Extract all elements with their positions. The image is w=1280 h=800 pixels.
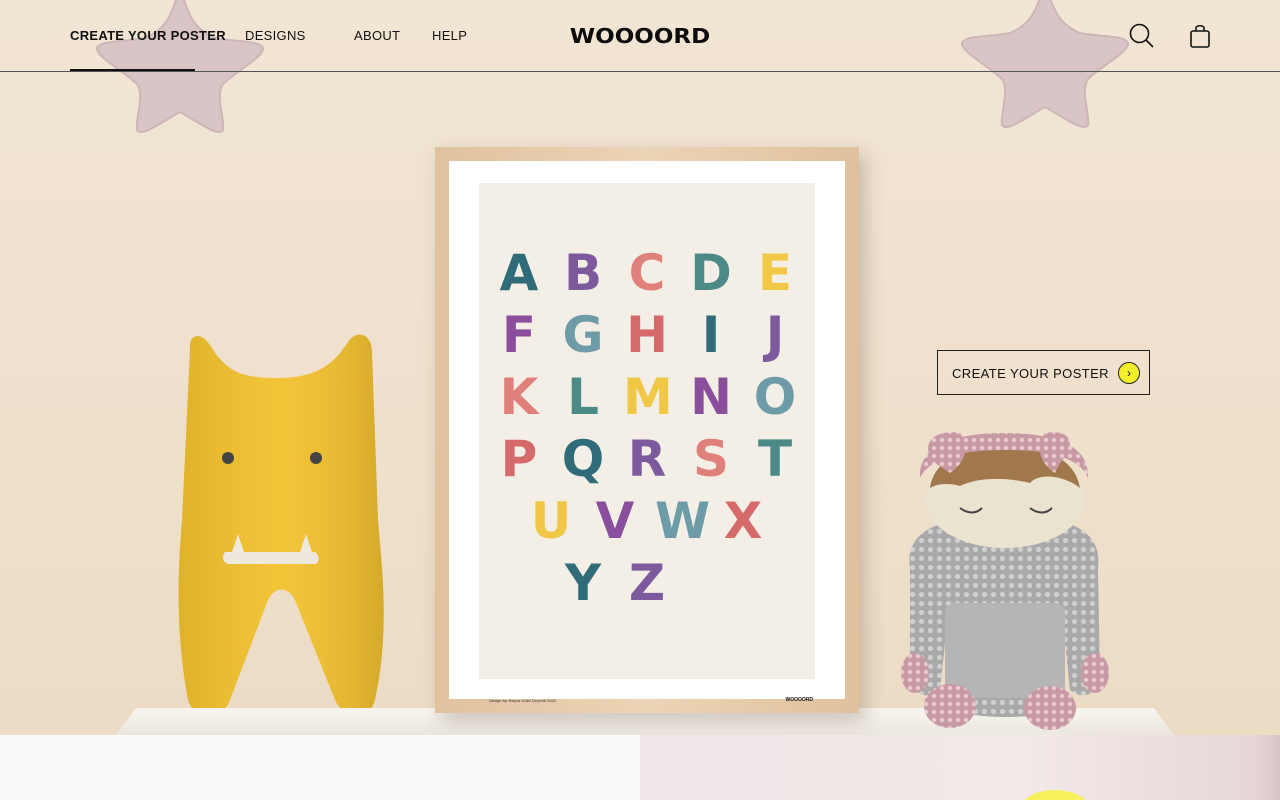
poster-letter-l: L	[567, 368, 599, 426]
site-header: CREATE YOUR POSTER DESIGNS ABOUT HELP WO…	[0, 0, 1280, 72]
plush-doll-toy	[901, 432, 1109, 730]
poster-letter-e: E	[757, 244, 793, 302]
poster-letter-b: B	[563, 244, 603, 302]
poster-letter-r: R	[627, 430, 667, 488]
poster-letter-v: V	[595, 492, 635, 550]
poster-letter-w: W	[655, 492, 711, 550]
poster-letter-z: Z	[628, 554, 666, 612]
poster-year: 2022	[547, 698, 556, 703]
poster-mat: ABCDE FGHIJ KLMNO PQRST UVWX YZ Design by: Be…	[449, 161, 845, 703]
section-right-panel	[640, 735, 1280, 800]
poster-letter-x: X	[723, 492, 763, 550]
poster-letter-m: M	[623, 368, 673, 426]
poster-letter-u: U	[530, 492, 572, 550]
nav-designs[interactable]: DESIGNS	[245, 28, 306, 43]
poster-letter-y: Y	[564, 554, 602, 612]
poster-letter-s: S	[692, 430, 729, 488]
poster-letter-i: I	[701, 306, 721, 364]
nav-active-underline	[70, 69, 195, 71]
poster-letter-q: Q	[561, 430, 605, 488]
poster-letter-d: D	[690, 244, 732, 302]
poster-letter-t: T	[757, 430, 793, 488]
poster-letter-p: P	[500, 430, 538, 488]
create-poster-cta-button[interactable]: CREATE YOUR POSTER ›	[937, 350, 1150, 395]
poster-letter-j: J	[765, 306, 785, 364]
poster-letter-k: K	[499, 368, 539, 426]
poster-letter-c: C	[628, 244, 666, 302]
search-icon[interactable]	[1128, 22, 1156, 50]
shopping-bag-icon[interactable]	[1186, 22, 1214, 50]
poster-letter-f: F	[501, 306, 537, 364]
poster-logo: WOOOORD	[785, 697, 814, 703]
cta-label: CREATE YOUR POSTER	[952, 366, 1109, 381]
poster-credit: Design by: Beyza Gülbi Çeçevik	[489, 698, 546, 703]
yellow-monster-toy	[178, 334, 384, 717]
brand-logo[interactable]: WOOOORD	[568, 25, 713, 47]
nav-about[interactable]: ABOUT	[354, 28, 400, 43]
nav-create-your-poster[interactable]: CREATE YOUR POSTER	[70, 28, 226, 43]
nav-help[interactable]: HELP	[432, 28, 467, 43]
poster-letter-n: N	[690, 368, 732, 426]
hero-section: ABCDE FGHIJ KLMNO PQRST UVWX YZ Design by: Be…	[0, 0, 1280, 735]
section-left-panel	[0, 735, 640, 800]
poster-frame: ABCDE FGHIJ KLMNO PQRST UVWX YZ Design by: Be…	[435, 147, 859, 713]
poster-letter-o: O	[753, 368, 797, 426]
poster-letter-g: G	[562, 306, 604, 364]
chevron-right-icon: ›	[1118, 362, 1140, 384]
poster-letter-a: A	[499, 244, 539, 302]
poster-letter-h: H	[626, 306, 668, 364]
alphabet-poster: ABCDE FGHIJ KLMNO PQRST UVWX YZ	[479, 183, 815, 679]
